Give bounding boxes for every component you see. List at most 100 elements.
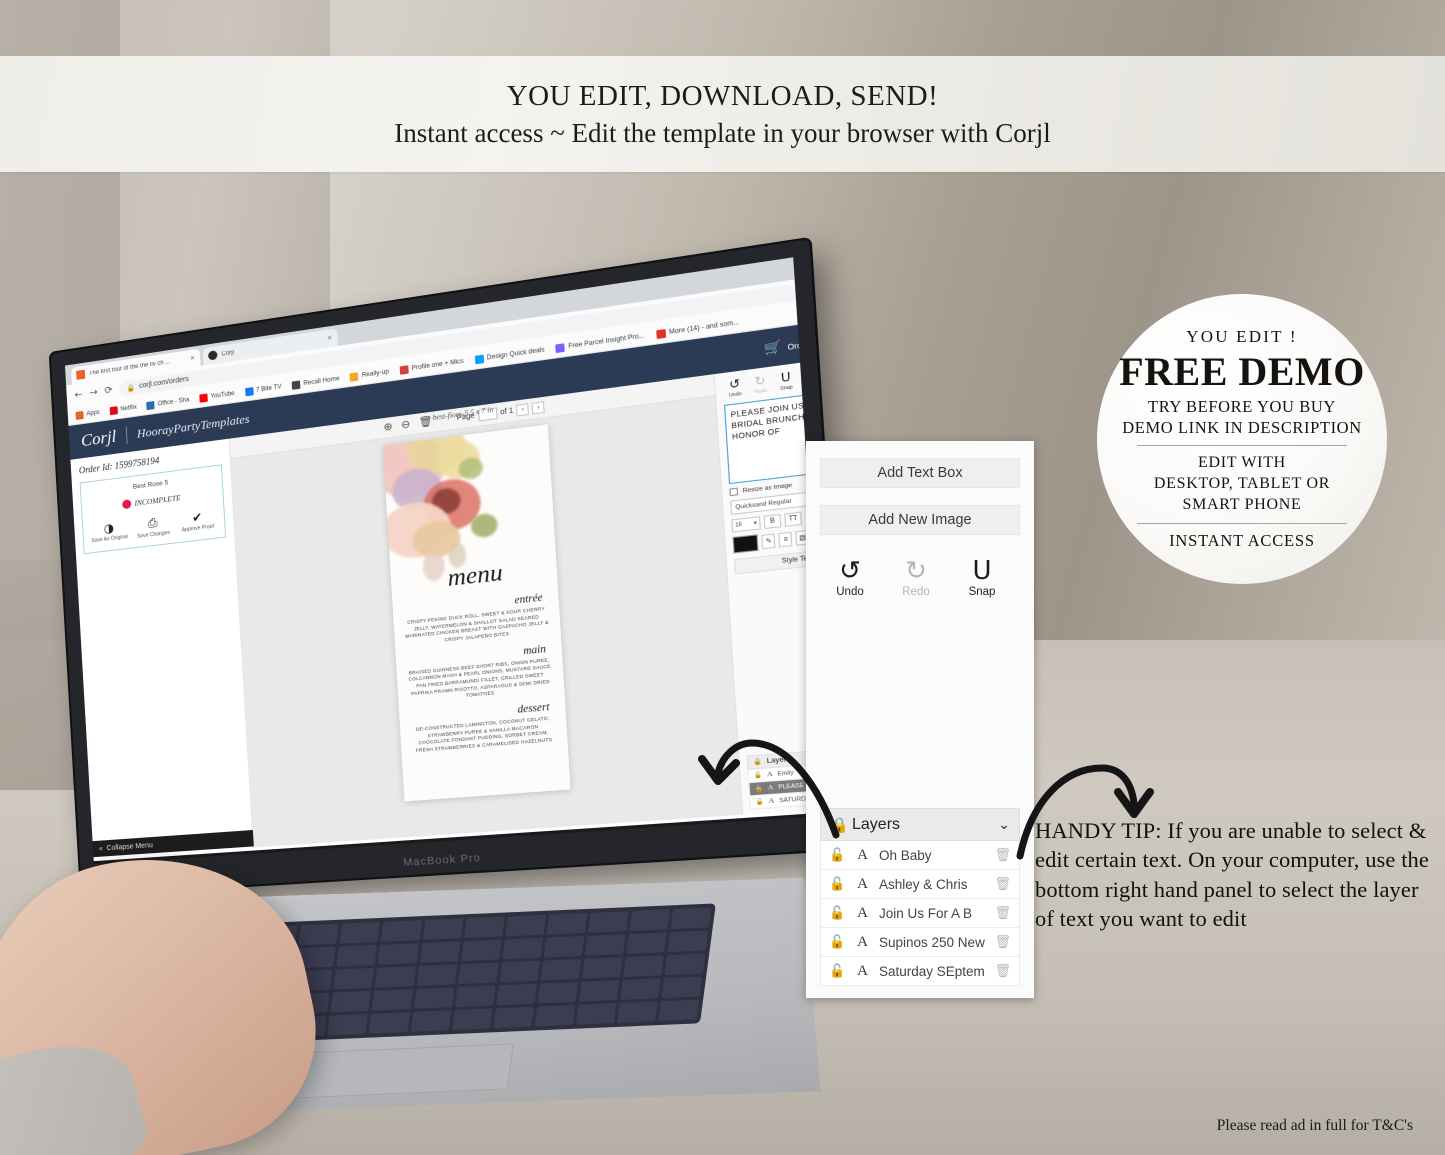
keyboard-key — [416, 964, 458, 986]
unlock-icon[interactable]: 🔓 — [829, 906, 850, 921]
keyboard-key — [333, 967, 375, 990]
text-color-swatch[interactable] — [732, 534, 760, 554]
status-text: INCOMPLETE — [134, 492, 181, 508]
keyboard-key — [629, 909, 670, 932]
bookmark-label: Really-up — [361, 368, 390, 379]
zoom-in-icon[interactable]: ⊕ — [383, 421, 393, 434]
unlock-icon[interactable]: 🔓 — [829, 848, 850, 863]
page-of-label: of 1 — [499, 407, 514, 417]
reload-icon[interactable]: ⟳ — [104, 385, 113, 397]
bookmark-label: YouTube — [210, 390, 235, 400]
keyboard-key — [578, 980, 620, 1002]
add-text-box-button[interactable]: Add Text Box — [820, 458, 1020, 488]
font-size-select[interactable]: 16 ▾ — [731, 516, 761, 533]
layer-row[interactable]: 🔓 A Oh Baby 🗑 — [820, 841, 1020, 870]
approve-proof-button[interactable]: ✔ Approve Proof — [177, 508, 219, 535]
layer-row[interactable]: 🔓 A Join Us For A B 🗑 — [820, 899, 1020, 928]
favicon-icon — [207, 350, 218, 361]
chevron-down-icon: ▾ — [753, 519, 758, 527]
add-new-image-button[interactable]: Add New Image — [820, 505, 1020, 535]
keyboard-key — [368, 1012, 410, 1034]
forward-icon[interactable]: → — [89, 387, 98, 399]
keyboard-key — [298, 923, 340, 946]
keyboard-key — [584, 934, 626, 956]
save-changes-button[interactable]: ⎙ Save Changes — [133, 513, 174, 540]
favicon-icon — [76, 369, 86, 380]
badge-divider — [1137, 522, 1347, 524]
trash-icon[interactable]: 🗑 — [994, 935, 1011, 950]
close-icon[interactable]: ✕ — [327, 334, 333, 342]
order-sidebar: Order Id: 1599758194 Best Rose 5 INCOMPL… — [70, 438, 254, 859]
corjl-logo[interactable]: Corjl — [81, 427, 117, 452]
snap-button[interactable]: U Snap — [773, 369, 799, 392]
layer-row[interactable]: 🔓 A Ashley & Chris 🗑 — [820, 870, 1020, 899]
italic-button[interactable]: TT — [784, 511, 803, 527]
leaf-blob — [457, 456, 484, 481]
undo-button[interactable]: ↺ Undo — [722, 375, 747, 398]
unlock-icon[interactable]: 🔓 — [829, 877, 850, 892]
undo-button[interactable]: ↺ Undo — [828, 557, 872, 598]
redo-button[interactable]: ↻ Redo — [894, 557, 938, 598]
resize-as-image-label: Resize as Image — [742, 481, 793, 495]
trash-icon[interactable]: 🗑 — [994, 848, 1011, 863]
eyedropper-icon[interactable]: ✎ — [761, 533, 776, 550]
keyboard-key — [504, 914, 546, 937]
bookmark-item[interactable]: Office - Sha — [146, 396, 190, 410]
layer-name: Join Us For A B — [879, 905, 973, 921]
chevron-left-icon: « — [98, 844, 103, 853]
keyboard-key — [670, 907, 712, 930]
bookmark-favicon-icon — [146, 400, 155, 410]
bookmark-item[interactable]: Netflix — [109, 403, 137, 415]
bold-button[interactable]: B — [763, 513, 782, 530]
bookmark-favicon-icon — [555, 342, 566, 353]
close-icon[interactable]: ✕ — [190, 354, 195, 362]
keyboard-key — [622, 955, 664, 977]
taskbar-app-icon[interactable] — [274, 852, 289, 865]
trash-icon[interactable]: 🗑 — [994, 964, 1011, 979]
orders-button[interactable]: 🛒 Orders — [763, 332, 814, 359]
keyboard-key — [661, 976, 703, 999]
redo-button[interactable]: ↻ Redo — [748, 372, 773, 395]
save-original-button[interactable]: ◑ Save As Original — [89, 519, 130, 546]
layers-header[interactable]: 🔒 Layers ⌄ — [820, 808, 1020, 841]
bookmark-item[interactable]: Apps — [75, 408, 100, 420]
keyboard-key — [451, 1008, 493, 1031]
keyboard-key — [625, 932, 667, 954]
next-page-button[interactable]: › — [531, 401, 546, 415]
line-height-icon[interactable]: ≡ — [778, 531, 793, 548]
badge-devices-line1: DESKTOP, TABLET OR — [1153, 475, 1331, 493]
zoom-out-icon[interactable]: ⊖ — [401, 419, 411, 432]
bookmark-item[interactable]: Recall Home — [291, 374, 340, 390]
top-banner: YOU EDIT, DOWNLOAD, SEND! Instant access… — [0, 56, 1445, 172]
badge-you-edit: YOU EDIT ! — [1186, 327, 1298, 347]
unlock-icon[interactable]: 🔓 — [829, 964, 850, 979]
bookmark-favicon-icon — [244, 386, 254, 396]
bookmark-item[interactable]: 7 Bite TV — [244, 383, 282, 396]
incomplete-icon — [122, 499, 132, 510]
prev-page-button[interactable]: ‹ — [516, 403, 530, 417]
keyboard-key — [410, 1010, 452, 1032]
leaf-blob — [470, 512, 499, 539]
bookmark-item[interactable]: Really-up — [349, 367, 390, 382]
menu-template-card[interactable]: menu entrée Crispy peking duck roll, swe… — [382, 424, 571, 802]
layer-row[interactable]: 🔓 A Supinos 250 New 🗑 — [820, 928, 1020, 957]
snap-button[interactable]: U Snap — [960, 557, 1004, 598]
handy-tip-text: HANDY TIP: If you are unable to select &… — [1035, 818, 1429, 931]
keyboard-key — [463, 916, 505, 939]
taskbar-app-icon[interactable] — [291, 851, 307, 865]
corjl-zoom-panel: Add Text Box Add New Image ↺ Undo ↻ Redo… — [806, 441, 1034, 998]
order-file-card[interactable]: Best Rose 5 INCOMPLETE ◑ Save As Origina… — [79, 464, 227, 555]
text-layer-icon: A — [857, 875, 868, 892]
keyboard-key — [380, 920, 422, 942]
font-size-value: 16 — [735, 521, 743, 529]
layer-row[interactable]: 🔓 A Saturday SEptem 🗑 — [820, 957, 1020, 986]
trash-icon[interactable]: 🗑 — [994, 877, 1011, 892]
bookmark-item[interactable]: YouTube — [199, 389, 235, 403]
badge-devices-line2: SMART PHONE — [1182, 496, 1302, 514]
trash-icon[interactable]: 🗑 — [419, 416, 434, 429]
back-icon[interactable]: ← — [74, 389, 83, 401]
unlock-icon[interactable]: 🔓 — [829, 935, 850, 950]
undo-icon: ↺ — [839, 556, 861, 586]
keyboard-key — [377, 943, 419, 965]
trash-icon[interactable]: 🗑 — [994, 906, 1011, 921]
